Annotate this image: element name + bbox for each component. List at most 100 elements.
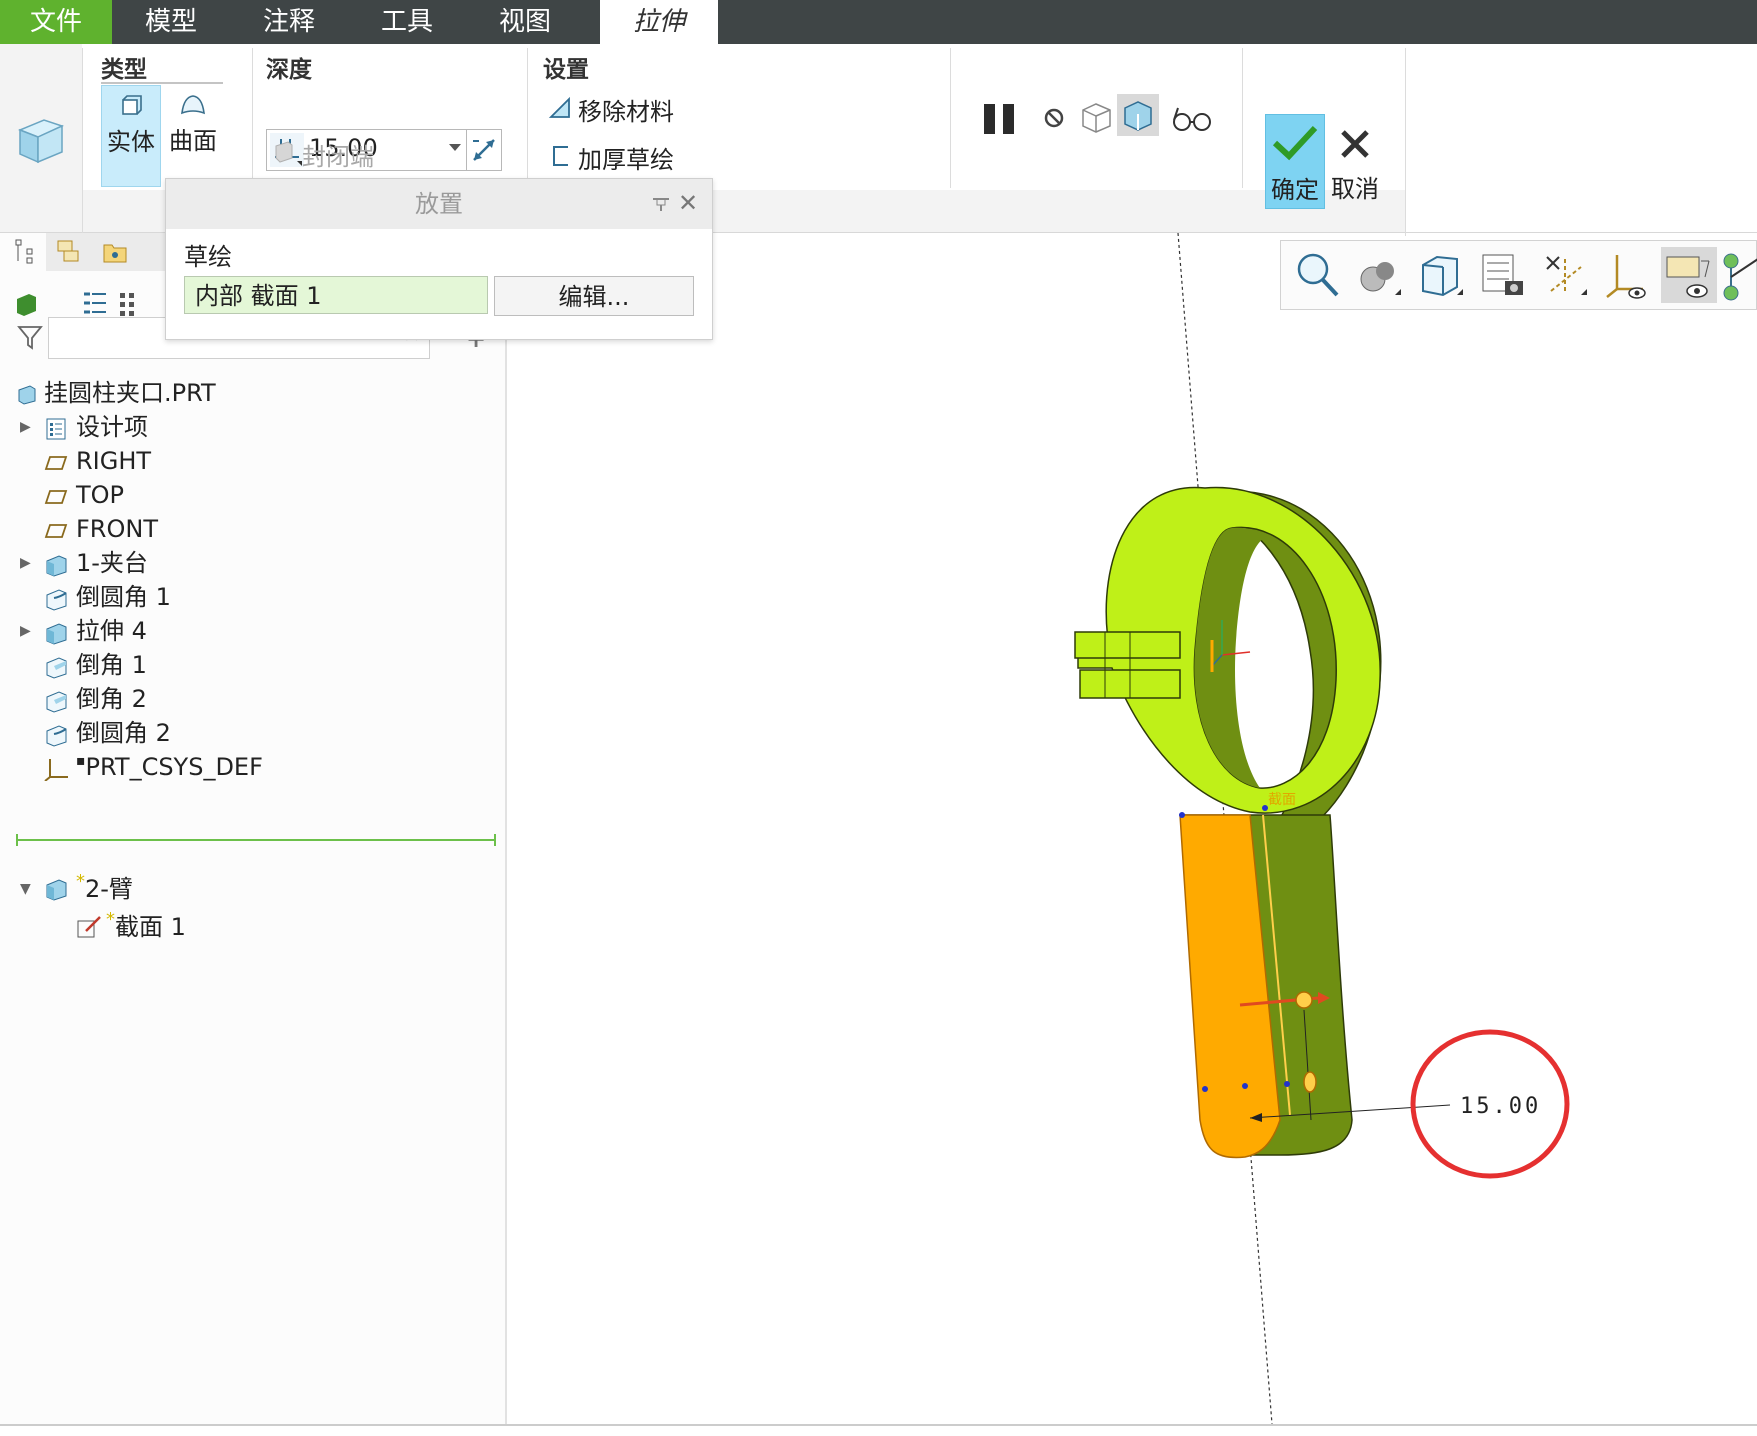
- tree-item-label: 倒角 2: [76, 685, 147, 713]
- menu-view[interactable]: 视图: [466, 0, 584, 44]
- placement-title[interactable]: 放置: [166, 179, 712, 229]
- insert-marker-left: [16, 834, 18, 846]
- datum-plane-icon: [44, 483, 68, 519]
- menu-tools[interactable]: 工具: [348, 0, 466, 44]
- inserted-feature-label: 2-臂: [85, 875, 133, 903]
- new-feature-star-icon: *: [76, 871, 85, 892]
- drag-handle[interactable]: [1295, 991, 1313, 1009]
- saved-views-button[interactable]: [1475, 247, 1531, 303]
- datum-plane-icon: [44, 449, 68, 485]
- part-icon: [18, 385, 36, 405]
- flip-direction-icon: [473, 139, 495, 161]
- tree-item-label: PRT_CSYS_DEF: [85, 753, 263, 781]
- surface-type-button[interactable]: 曲面: [164, 85, 222, 185]
- graphics-viewport[interactable]: 截面 15.00: [507, 233, 1757, 1426]
- tree-filter-icon[interactable]: [80, 289, 110, 319]
- spin-center-icon: [1723, 253, 1757, 301]
- type-group-title: 类型: [101, 57, 147, 83]
- depth-handle[interactable]: [1303, 1071, 1317, 1093]
- spin-center-button[interactable]: [1715, 247, 1757, 303]
- separator: [1242, 48, 1243, 188]
- menu-annotate[interactable]: 注释: [230, 0, 348, 44]
- vertex-dot: [1202, 1086, 1208, 1092]
- extrude-icon: [46, 879, 67, 901]
- capped-ends-option[interactable]: 封闭端: [302, 137, 374, 172]
- layers-icon[interactable]: [56, 239, 82, 265]
- settings-group-title: 设置: [543, 57, 589, 83]
- filter-funnel-icon[interactable]: [16, 323, 44, 351]
- model-graphics: 截面 15.00: [1074, 233, 1570, 1425]
- spheres-icon: [1360, 262, 1401, 295]
- tree-root[interactable]: 挂圆柱夹口.PRT: [16, 375, 216, 411]
- connected-preview-button[interactable]: [1117, 94, 1159, 136]
- depth-dropdown-chevron-icon[interactable]: [449, 144, 461, 151]
- chamfer-icon: [44, 653, 70, 689]
- flip-direction-button[interactable]: [466, 129, 502, 171]
- csys-icon: [44, 755, 70, 791]
- sketch-label: 草绘: [184, 243, 232, 271]
- close-icon: [1341, 130, 1369, 158]
- vertex-dot: [1262, 805, 1268, 811]
- solid-icon: [122, 95, 142, 115]
- cancel-button[interactable]: 取消: [1326, 114, 1384, 207]
- pin-icon[interactable]: [650, 191, 672, 215]
- tree-item-label: FRONT: [76, 515, 158, 543]
- verify-mode-button[interactable]: [1170, 98, 1214, 136]
- tree-item-label: TOP: [76, 481, 125, 509]
- folder-favorites-icon[interactable]: [102, 239, 128, 265]
- menu-extrude-tab[interactable]: 拉伸: [600, 0, 718, 44]
- no-preview-button[interactable]: [1040, 104, 1068, 132]
- cube-icon: [1422, 255, 1463, 297]
- expand-arrow-icon[interactable]: ▶: [20, 545, 31, 581]
- model-tree-panel: × + 挂圆柱夹口.PRT ▼ *2-臂 *截面 1 ▶设计项RIGHTTOPF…: [0, 233, 507, 1426]
- close-icon[interactable]: ✕: [678, 189, 698, 217]
- round-icon: [44, 585, 70, 621]
- menu-file[interactable]: 文件: [0, 0, 112, 44]
- thicken-sketch-option[interactable]: 加厚草绘: [578, 140, 674, 175]
- tree-item-label: 倒圆角 1: [76, 583, 171, 611]
- separate-preview-button[interactable]: [1078, 98, 1116, 136]
- annotation-display-button[interactable]: [1661, 247, 1717, 303]
- zoom-icon: [1297, 253, 1339, 297]
- ok-button[interactable]: 确定: [1265, 114, 1325, 209]
- remove-material-option[interactable]: 移除材料: [578, 92, 674, 127]
- insert-here-marker[interactable]: [16, 839, 496, 841]
- separator: [1405, 48, 1406, 236]
- edit-sketch-button[interactable]: 编辑...: [494, 276, 694, 316]
- placement-panel: 放置 ✕ 草绘 内部 截面 1 编辑...: [165, 178, 713, 340]
- solid-type-button[interactable]: 实体: [101, 85, 161, 187]
- sketch-icon: [77, 916, 101, 938]
- expand-arrow-icon[interactable]: ▶: [20, 613, 31, 649]
- round-icon: [44, 721, 70, 757]
- wireframe-cube-icon: [1082, 103, 1111, 133]
- mark-icon: ▪: [76, 753, 86, 769]
- tree-item-label: 倒角 1: [76, 651, 147, 679]
- display-style-button[interactable]: [1413, 247, 1469, 303]
- csys-display-button[interactable]: [1599, 247, 1655, 303]
- type-group-underline: [101, 82, 223, 84]
- section-label-viewport: 截面: [1268, 792, 1296, 808]
- collapse-arrow-icon[interactable]: ▼: [20, 871, 31, 907]
- pause-button[interactable]: [980, 98, 1020, 138]
- appearance-button[interactable]: [1351, 247, 1407, 303]
- section-label: 截面 1: [115, 913, 186, 941]
- menu-model[interactable]: 模型: [112, 0, 230, 44]
- layers-icon: [44, 415, 68, 451]
- depth-group-title: 深度: [266, 57, 312, 83]
- sketch-collector-field[interactable]: 内部 截面 1: [184, 276, 488, 314]
- show-menu-icon[interactable]: [14, 289, 44, 319]
- datum-display-button[interactable]: [1537, 247, 1593, 303]
- expand-arrow-icon[interactable]: ▶: [20, 409, 31, 445]
- view-toolbar: [1280, 240, 1757, 310]
- tree-item-label: 倒圆角 2: [76, 719, 171, 747]
- pause-icon: [984, 104, 1014, 134]
- tree-columns-icon[interactable]: [116, 289, 138, 319]
- refit-button[interactable]: [1289, 247, 1345, 303]
- dimension-value-label[interactable]: 15.00: [1460, 1094, 1541, 1119]
- navigator-tab-model-tree[interactable]: [0, 233, 46, 271]
- tree-item-label: RIGHT: [76, 447, 152, 475]
- tree-item-label: 设计项: [76, 413, 148, 441]
- csys-eye-icon: [1606, 255, 1646, 299]
- extrude-feature-icon: [14, 110, 70, 166]
- separator: [252, 48, 253, 188]
